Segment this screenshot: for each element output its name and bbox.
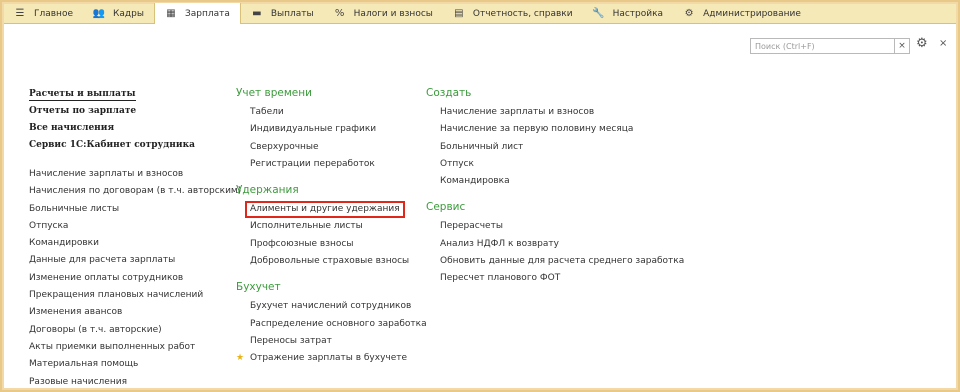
list-item[interactable]: Больничный лист: [426, 139, 684, 156]
report-icon: ▤: [454, 8, 464, 19]
tab-label: Администрирование: [703, 8, 801, 19]
list-item[interactable]: Индивидуальные графики: [236, 121, 427, 138]
list-item[interactable]: Добровольные страховые взносы: [236, 253, 427, 270]
tab-label: Выплаты: [270, 8, 314, 19]
list-item[interactable]: Обновить данные для расчета среднего зар…: [426, 253, 684, 270]
tab-salary[interactable]: ▦ Зарплата: [153, 3, 241, 24]
tab-main[interactable]: ☰ Главное: [4, 4, 83, 24]
main-menu-bar: ☰ Главное 👥 Кадры ▦ Зарплата ▬ Выплаты % Нало…: [4, 3, 956, 24]
tab-personnel[interactable]: 👥 Кадры: [83, 4, 154, 24]
nav-link-label: Расчеты и выплаты: [29, 89, 136, 101]
list-item[interactable]: Переносы затрат: [236, 333, 427, 350]
nav-link-employee-cabinet[interactable]: Сервис 1С:Кабинет сотрудника: [29, 137, 241, 154]
list-item[interactable]: Начисление зарплаты и взносов: [426, 104, 684, 121]
close-icon[interactable]: ×: [939, 38, 947, 49]
list-item[interactable]: Исполнительные листы: [236, 218, 427, 235]
middle-column: Учет времени Табели Индивидуальные графи…: [236, 84, 427, 368]
highlight-box: Алименты и другие удержания: [245, 201, 405, 219]
list-item[interactable]: Сверхурочные: [236, 139, 427, 156]
tab-label: Главное: [34, 8, 73, 19]
list-item[interactable]: Больничные листы: [29, 201, 241, 218]
list-item[interactable]: Начисления по договорам (в т.ч. авторски…: [29, 183, 241, 200]
tab-label: Отчетность, справки: [472, 8, 573, 19]
list-item[interactable]: Разовые начисления: [29, 374, 241, 391]
list-item[interactable]: Командировки: [29, 235, 241, 252]
people-icon: 👥: [92, 8, 106, 19]
tab-reports[interactable]: ▤ Отчетность, справки: [443, 4, 583, 24]
tab-label: Налоги и взносы: [353, 8, 433, 19]
percent-icon: %: [334, 8, 345, 19]
list-item[interactable]: ★ Отражение зарплаты в бухучете: [236, 350, 427, 367]
tab-settings[interactable]: 🔧 Настройка: [583, 4, 674, 24]
star-icon[interactable]: ★: [236, 350, 250, 367]
calculator-icon: ▦: [166, 8, 176, 19]
list-item[interactable]: Отпуск: [426, 156, 684, 173]
highlighted-list-item[interactable]: Алименты и другие удержания: [236, 201, 427, 219]
section-title-service: Сервис: [426, 201, 466, 214]
section-title-deductions: Удержания: [236, 184, 299, 197]
list-item[interactable]: Данные для расчета зарплаты: [29, 252, 241, 269]
left-navigation-column: Расчеты и выплаты Отчеты по зарплате Все…: [29, 86, 241, 391]
list-item[interactable]: Изменения авансов: [29, 304, 241, 321]
tab-label: Настройка: [612, 8, 664, 19]
list-item[interactable]: Договоры (в т.ч. авторские): [29, 322, 241, 339]
section-title-time-tracking: Учет времени: [236, 87, 312, 99]
tab-taxes[interactable]: % Налоги и взносы: [324, 4, 443, 24]
wrench-icon: 🔧: [592, 8, 605, 19]
list-item[interactable]: Пересчет планового ФОТ: [426, 270, 684, 287]
list-item[interactable]: Командировка: [426, 173, 684, 190]
nav-link-salary-reports[interactable]: Отчеты по зарплате: [29, 103, 241, 120]
list-item[interactable]: Профсоюзные взносы: [236, 236, 427, 253]
list-item[interactable]: Бухучет начислений сотрудников: [236, 298, 427, 315]
list-item[interactable]: Начисление зарплаты и взносов: [29, 166, 241, 183]
list-item[interactable]: Регистрации переработок: [236, 156, 427, 173]
clear-search-button[interactable]: ×: [894, 38, 910, 54]
list-item[interactable]: Материальная помощь: [29, 356, 241, 373]
payment-icon: ▬: [252, 8, 262, 19]
tab-label: Кадры: [113, 8, 144, 19]
list-item[interactable]: Отпуска: [29, 218, 241, 235]
list-item[interactable]: Начисление за первую половину месяца: [426, 121, 684, 138]
list-item[interactable]: Акты приемки выполненных работ: [29, 339, 241, 356]
gear-icon: ⚙: [684, 8, 694, 19]
list-item[interactable]: Распределение основного заработка: [236, 316, 427, 333]
section-panel: × ⚙ × Расчеты и выплаты Отчеты по зарпла…: [4, 24, 956, 388]
search-input[interactable]: [750, 38, 898, 54]
section-title-accounting: Бухучет: [236, 281, 281, 294]
tab-payments[interactable]: ▬ Выплаты: [241, 4, 324, 24]
list-item[interactable]: Перерасчеты: [426, 218, 684, 235]
right-column: Создать Начисление зарплаты и взносов На…: [426, 84, 684, 288]
tab-label: Зарплата: [184, 8, 230, 19]
menu-icon: ☰: [15, 8, 25, 19]
list-item[interactable]: Табели: [236, 104, 427, 121]
list-item[interactable]: Анализ НДФЛ к возврату: [426, 236, 684, 253]
nav-link-calculations-payments[interactable]: Расчеты и выплаты: [29, 86, 241, 103]
section-title-create: Создать: [426, 87, 472, 99]
tab-administration[interactable]: ⚙ Администрирование: [673, 4, 811, 24]
nav-link-all-accruals[interactable]: Все начисления: [29, 120, 241, 137]
list-item[interactable]: Прекращения плановых начислений: [29, 287, 241, 304]
list-item[interactable]: Изменение оплаты сотрудников: [29, 270, 241, 287]
list-item-label: Отражение зарплаты в бухучете: [250, 353, 408, 364]
settings-gear-icon[interactable]: ⚙: [916, 36, 928, 51]
